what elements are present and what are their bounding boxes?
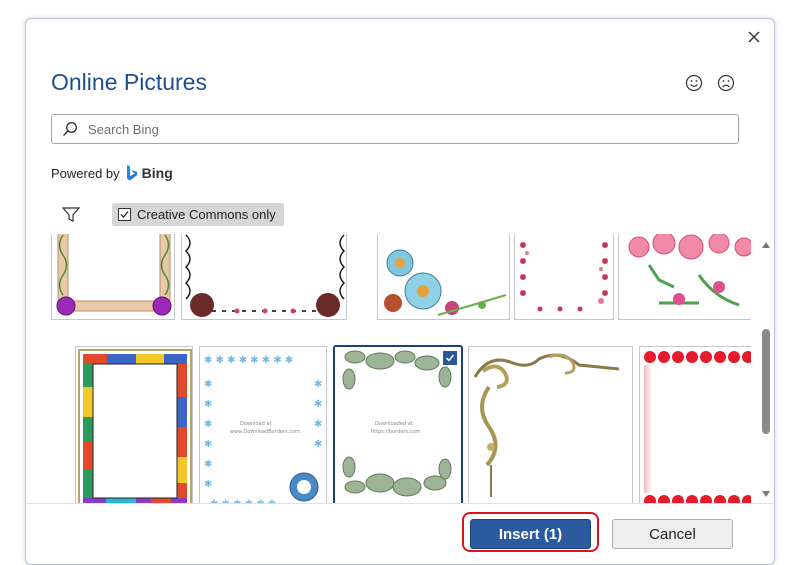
smile-button[interactable] [684,73,704,93]
thumbnail-frame-black-ornament[interactable] [181,234,347,320]
image-gallery: ✱ ✱ ✱ ✱ ✱ ✱ ✱ ✱ ✱✱✱ ✱✱✱ ✱✱✱ ✱ ✱ ✱ ✱ ✱ ✱ … [51,234,751,504]
scroll-up-button[interactable] [760,240,772,250]
svg-text:✱: ✱ [204,459,212,470]
bing-logo: Bing [126,165,173,181]
thumbnail-frame-red-hearts[interactable] [639,346,751,504]
frown-icon [717,74,735,92]
footer-divider [26,503,774,504]
triangle-up-icon [762,242,770,248]
svg-text:✱ ✱ ✱ ✱ ✱ ✱ ✱ ✱: ✱ ✱ ✱ ✱ ✱ ✱ ✱ ✱ [204,355,293,366]
filter-icon [62,206,80,222]
creative-commons-toggle[interactable]: Creative Commons only [112,203,284,226]
creative-commons-label: Creative Commons only [137,207,276,222]
svg-text:✱: ✱ [204,379,212,390]
gallery-scrollbar[interactable] [759,237,773,499]
search-icon [62,120,80,138]
dialog-title: Online Pictures [51,69,207,95]
thumbnail-frame-vine[interactable] [51,234,175,320]
svg-text:✱: ✱ [314,399,322,410]
thumbnail-frame-pink-roses[interactable] [618,234,751,320]
filter-row: Creative Commons only [62,203,284,226]
svg-text:✱: ✱ [314,379,322,390]
insert-button[interactable]: Insert (1) [470,519,591,549]
snow-thumb-text-2: www.DownloadBorders.com [230,429,300,435]
powered-by: Powered by Bing [51,165,173,181]
svg-text:✱: ✱ [204,399,212,410]
svg-text:✱: ✱ [204,419,212,430]
thumbnail-frame-stained-glass[interactable] [75,346,193,504]
search-input[interactable] [86,120,690,138]
checkmark-icon [445,354,455,362]
frown-button[interactable] [716,73,736,93]
thumbnail-frame-green-leaves[interactable]: Downloaded at https://borders.com [333,345,463,504]
creative-commons-checkbox[interactable] [118,208,131,221]
filter-button[interactable] [62,205,84,225]
close-icon [748,31,760,43]
leaf-thumb-text-1: Downloaded at [375,421,413,427]
snow-thumb-text-1: Download at [240,421,272,427]
bing-icon [126,165,137,181]
online-pictures-dialog: Online Pictures Powered by [25,18,775,565]
svg-text:✱: ✱ [314,439,322,450]
feedback-group [684,73,736,93]
close-button[interactable] [742,25,766,49]
scroll-down-button[interactable] [760,489,772,499]
svg-text:✱: ✱ [204,479,212,490]
selected-check-badge[interactable] [443,351,457,365]
scroll-thumb[interactable] [762,329,770,434]
leaf-thumb-text-2: https://borders.com [371,429,420,435]
cancel-button[interactable]: Cancel [612,519,733,549]
triangle-down-icon [762,491,770,497]
bing-brand: Bing [141,165,173,181]
thumbnail-frame-gold-corner[interactable] [468,346,633,504]
thumbnail-frame-pink-hearts[interactable] [514,234,614,320]
smile-icon [685,74,703,92]
powered-by-label: Powered by [51,165,120,181]
checkmark-icon [120,211,129,218]
thumbnail-frame-blue-snowflakes[interactable]: ✱ ✱ ✱ ✱ ✱ ✱ ✱ ✱ ✱✱✱ ✱✱✱ ✱✱✱ ✱ ✱ ✱ ✱ ✱ ✱ … [199,346,327,504]
svg-text:✱: ✱ [204,439,212,450]
svg-text:✱: ✱ [314,419,322,430]
thumbnail-frame-blue-flowers[interactable] [377,234,510,320]
search-box[interactable] [51,114,739,144]
